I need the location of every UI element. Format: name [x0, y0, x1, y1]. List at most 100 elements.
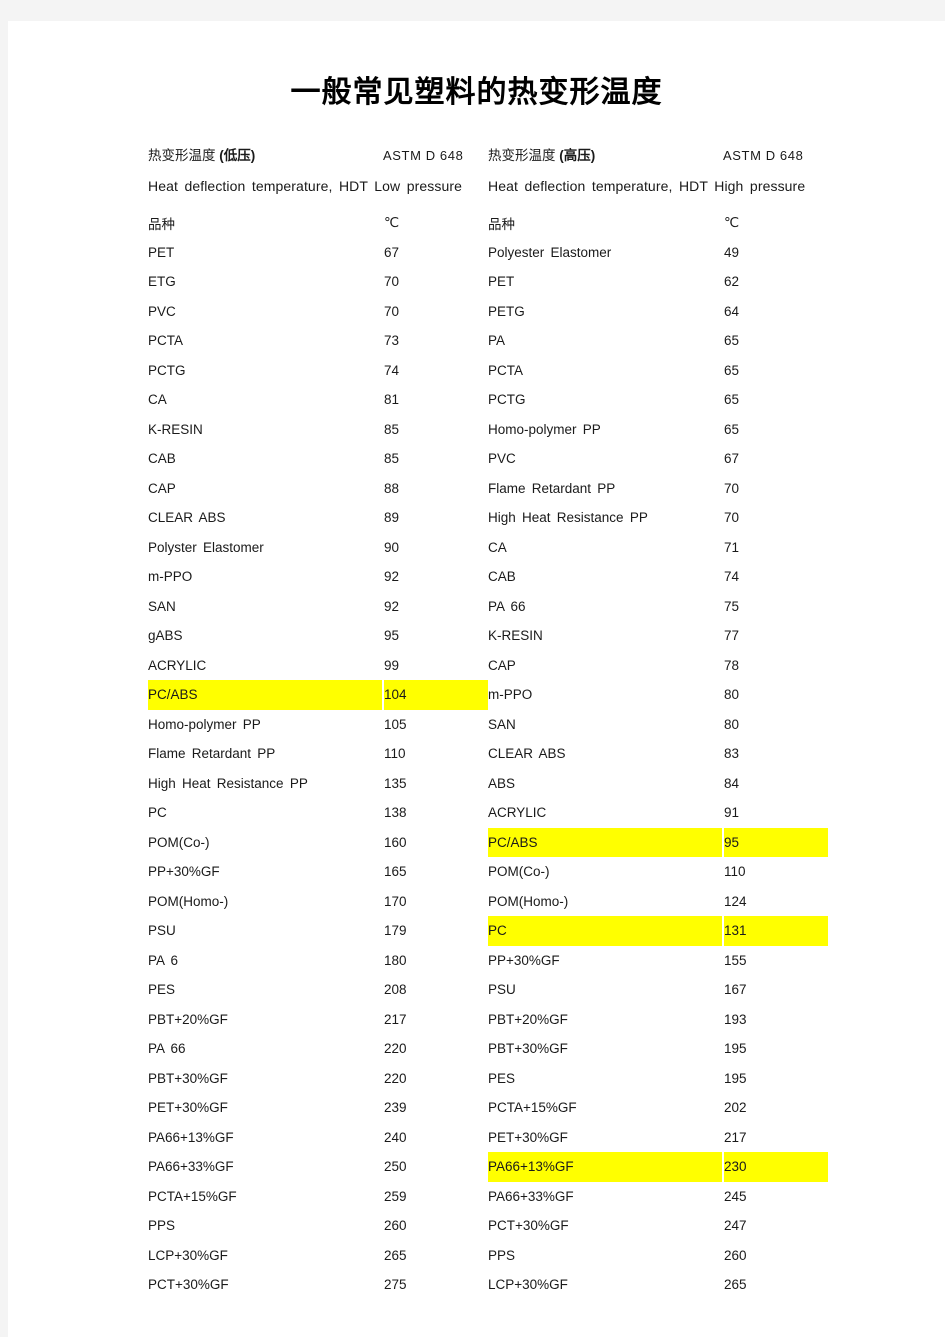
table-row: CLEAR ABS 89 [148, 503, 488, 533]
table-row: PA 66 75 [488, 592, 828, 622]
table-row: PA 66 220 [148, 1034, 488, 1064]
temperature-value-cell: 265 [384, 1247, 407, 1263]
temperature-value-cell: 230 [724, 1152, 828, 1182]
temperature-value-cell: 88 [384, 480, 400, 496]
temperature-value-cell: 180 [384, 952, 407, 968]
material-name-cell: PES [488, 1070, 516, 1086]
material-name-cell: Flame Retardant PP [488, 480, 616, 496]
material-name-cell: m-PPO [488, 687, 533, 703]
material-name-cell: PBT+30%GF [488, 1041, 568, 1057]
data-tables: 品种 ℃ PET 67 ETG 70 PVC 70 PCTA 73 PCTG 74 CA 81 K-RE… [148, 208, 848, 1300]
table-row: PBT+30%GF 220 [148, 1064, 488, 1094]
material-name-cell: PA66+13%GF [488, 1152, 724, 1182]
material-name-cell: PA66+13%GF [148, 1129, 234, 1145]
table-row: CA 71 [488, 533, 828, 563]
temperature-value-cell: 131 [724, 916, 828, 946]
table-row: High Heat Resistance PP 135 [148, 769, 488, 799]
temperature-value-cell: 91 [724, 805, 740, 821]
material-name-cell: PET+30%GF [488, 1129, 568, 1145]
temperature-value-cell: 208 [384, 982, 407, 998]
table-row: Polyster Elastomer 90 [148, 533, 488, 563]
table-row: gABS 95 [148, 621, 488, 651]
table-row: POM(Homo-) 170 [148, 887, 488, 917]
temperature-value-cell: 85 [384, 421, 400, 437]
material-name-cell: CLEAR ABS [148, 510, 226, 526]
material-name-cell: POM(Co-) [148, 834, 210, 850]
table-row: PVC 70 [148, 297, 488, 327]
table-row: PP+30%GF 155 [488, 946, 828, 976]
table-row: PA66+33%GF 250 [148, 1152, 488, 1182]
temperature-value-cell: 193 [724, 1011, 747, 1027]
table-row: CAB 85 [148, 444, 488, 474]
table-row: PETG 64 [488, 297, 828, 327]
material-name-cell: Polyester Elastomer [488, 244, 612, 260]
left-section-standard: ASTM D 648 [383, 147, 464, 163]
temperature-value-cell: 202 [724, 1100, 747, 1116]
temperature-value-cell: 65 [724, 392, 740, 408]
table-row: LCP+30%GF 265 [148, 1241, 488, 1271]
material-name-cell: PCT+30%GF [148, 1277, 229, 1293]
material-name-cell: PCTA+15%GF [148, 1188, 237, 1204]
temperature-value-cell: 220 [384, 1041, 407, 1057]
right-section-header: 热变形温度 (高压) ASTM D 648 [488, 144, 828, 164]
temperature-value-cell: 99 [384, 657, 400, 673]
temperature-value-cell: 155 [724, 952, 747, 968]
temperature-value-cell: 167 [724, 982, 747, 998]
table-row: Flame Retardant PP 70 [488, 474, 828, 504]
material-name-cell: PCT+30%GF [488, 1218, 569, 1234]
material-name-cell: K-RESIN [488, 628, 543, 644]
material-name-cell: PCTG [148, 362, 186, 378]
table-row: PET 67 [148, 238, 488, 268]
table-row: PBT+30%GF 195 [488, 1034, 828, 1064]
temperature-value-cell: 80 [724, 716, 740, 732]
table-row: PVC 67 [488, 444, 828, 474]
temperature-value-cell: 83 [724, 746, 740, 762]
temperature-value-cell: 80 [724, 687, 740, 703]
temperature-value-cell: 67 [724, 451, 740, 467]
table-row: K-RESIN 77 [488, 621, 828, 651]
material-name-cell: PSU [148, 923, 176, 939]
material-name-cell: PCTA [148, 333, 184, 349]
table-row: PP+30%GF 165 [148, 857, 488, 887]
table-row: PPS 260 [148, 1211, 488, 1241]
temperature-value-cell: 265 [724, 1277, 747, 1293]
material-name-cell: Flame Retardant PP [148, 746, 276, 762]
table-row: PPS 260 [488, 1241, 828, 1271]
table-row: ACRYLIC 99 [148, 651, 488, 681]
material-name-cell: SAN [488, 716, 516, 732]
temperature-value-cell: 81 [384, 392, 400, 408]
material-name-cell: PCTA+15%GF [488, 1100, 577, 1116]
material-name-cell: PETG [488, 303, 525, 319]
temperature-value-cell: 78 [724, 657, 740, 673]
table-row: PCTA 65 [488, 356, 828, 386]
material-name-cell: Homo-polymer PP [488, 421, 601, 437]
temperature-value-cell: 217 [724, 1129, 747, 1145]
table-row: CAP 88 [148, 474, 488, 504]
document-page: 一般常见塑料的热变形温度 热变形温度 (低压) ASTM D 648 热变形温度… [8, 21, 945, 1337]
table-row: PET+30%GF 239 [148, 1093, 488, 1123]
temperature-value-cell: 75 [724, 598, 740, 614]
table-row: POM(Homo-) 124 [488, 887, 828, 917]
table-row: CA 81 [148, 385, 488, 415]
temperature-value-cell: 220 [384, 1070, 407, 1086]
temperature-value-cell: 165 [384, 864, 407, 880]
material-name-cell: High Heat Resistance PP [148, 775, 308, 791]
temperature-value-cell: 124 [724, 893, 747, 909]
material-name-cell: ETG [148, 274, 176, 290]
temperature-value-cell: 70 [724, 480, 740, 496]
table-row: PET 62 [488, 267, 828, 297]
material-name-cell: POM(Homo-) [488, 893, 569, 909]
table-row: PCTG 65 [488, 385, 828, 415]
material-name-cell: ACRYLIC [148, 657, 207, 673]
temperature-value-cell: 104 [384, 680, 488, 710]
table-row: K-RESIN 85 [148, 415, 488, 445]
temperature-value-cell: 62 [724, 274, 740, 290]
material-name-cell: CAP [488, 657, 516, 673]
temperature-value-cell: 85 [384, 451, 400, 467]
material-name-cell: PBT+30%GF [148, 1070, 228, 1086]
material-name-cell: PVC [488, 451, 516, 467]
temperature-value-cell: 275 [384, 1277, 407, 1293]
material-name-cell: m-PPO [148, 569, 193, 585]
temperature-value-cell: 84 [724, 775, 740, 791]
temperature-value-cell: 67 [384, 244, 400, 260]
